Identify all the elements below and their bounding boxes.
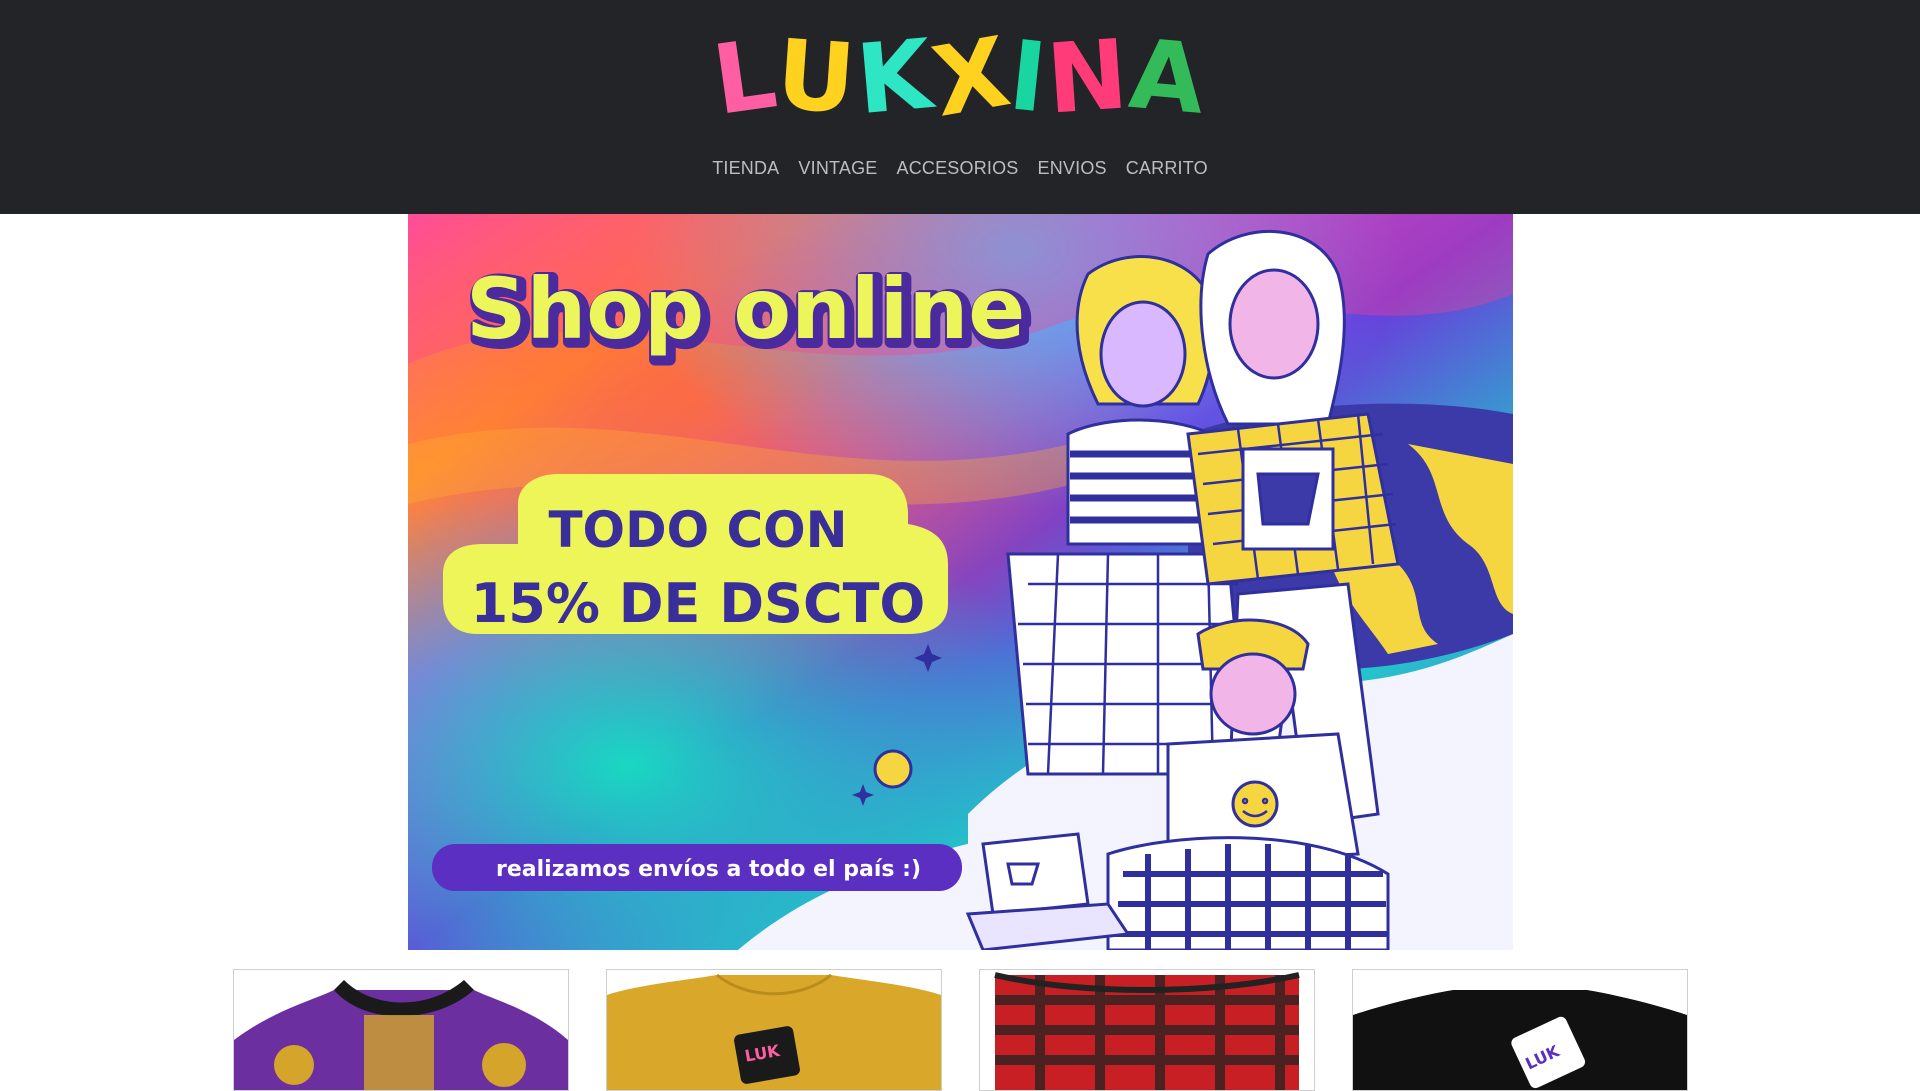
product-image-4: LUK	[1353, 970, 1687, 1090]
product-card-2[interactable]: LUK	[606, 969, 942, 1091]
promo-line-1: TODO CON	[548, 501, 847, 559]
brand-logo[interactable]: L U K X I N A	[707, 15, 1211, 138]
product-card-1[interactable]	[233, 969, 569, 1091]
product-image-3	[980, 970, 1314, 1090]
shipping-text: realizamos envíos a todo el país :)	[496, 857, 921, 882]
nav-item-carrito[interactable]: CARRITO	[1126, 158, 1208, 179]
product-image-1	[234, 970, 568, 1090]
logo-letter: A	[1124, 17, 1211, 137]
product-card-4[interactable]: LUK	[1352, 969, 1688, 1091]
logo-letter: N	[1043, 18, 1134, 136]
product-card-3[interactable]	[979, 969, 1315, 1091]
nav-item-accesorios[interactable]: ACCESORIOS	[896, 158, 1018, 179]
product-grid: LUK LUK	[0, 969, 1920, 1091]
product-image-2: LUK	[607, 970, 941, 1090]
promo-line-2: 15% DE DSCTO	[471, 572, 926, 635]
nav-item-tienda[interactable]: TIENDA	[712, 158, 779, 179]
hero-banner[interactable]: Shop online Shop online TODO CON 15% DE …	[408, 214, 1513, 950]
banner-headline-fill: Shop online	[466, 260, 1025, 358]
logo-letter: U	[773, 18, 861, 136]
logo-word-2: X I N A	[924, 15, 1210, 138]
logo-word-1: L U K	[707, 17, 939, 137]
main-nav: TIENDA VINTAGE ACCESORIOS ENVIOS CARRITO	[0, 158, 1920, 179]
site-header: L U K X I N A TIENDA VINTAGE ACCESORIOS …	[0, 0, 1920, 214]
nav-item-envios[interactable]: ENVIOS	[1038, 158, 1107, 179]
nav-item-vintage[interactable]: VINTAGE	[798, 158, 877, 179]
